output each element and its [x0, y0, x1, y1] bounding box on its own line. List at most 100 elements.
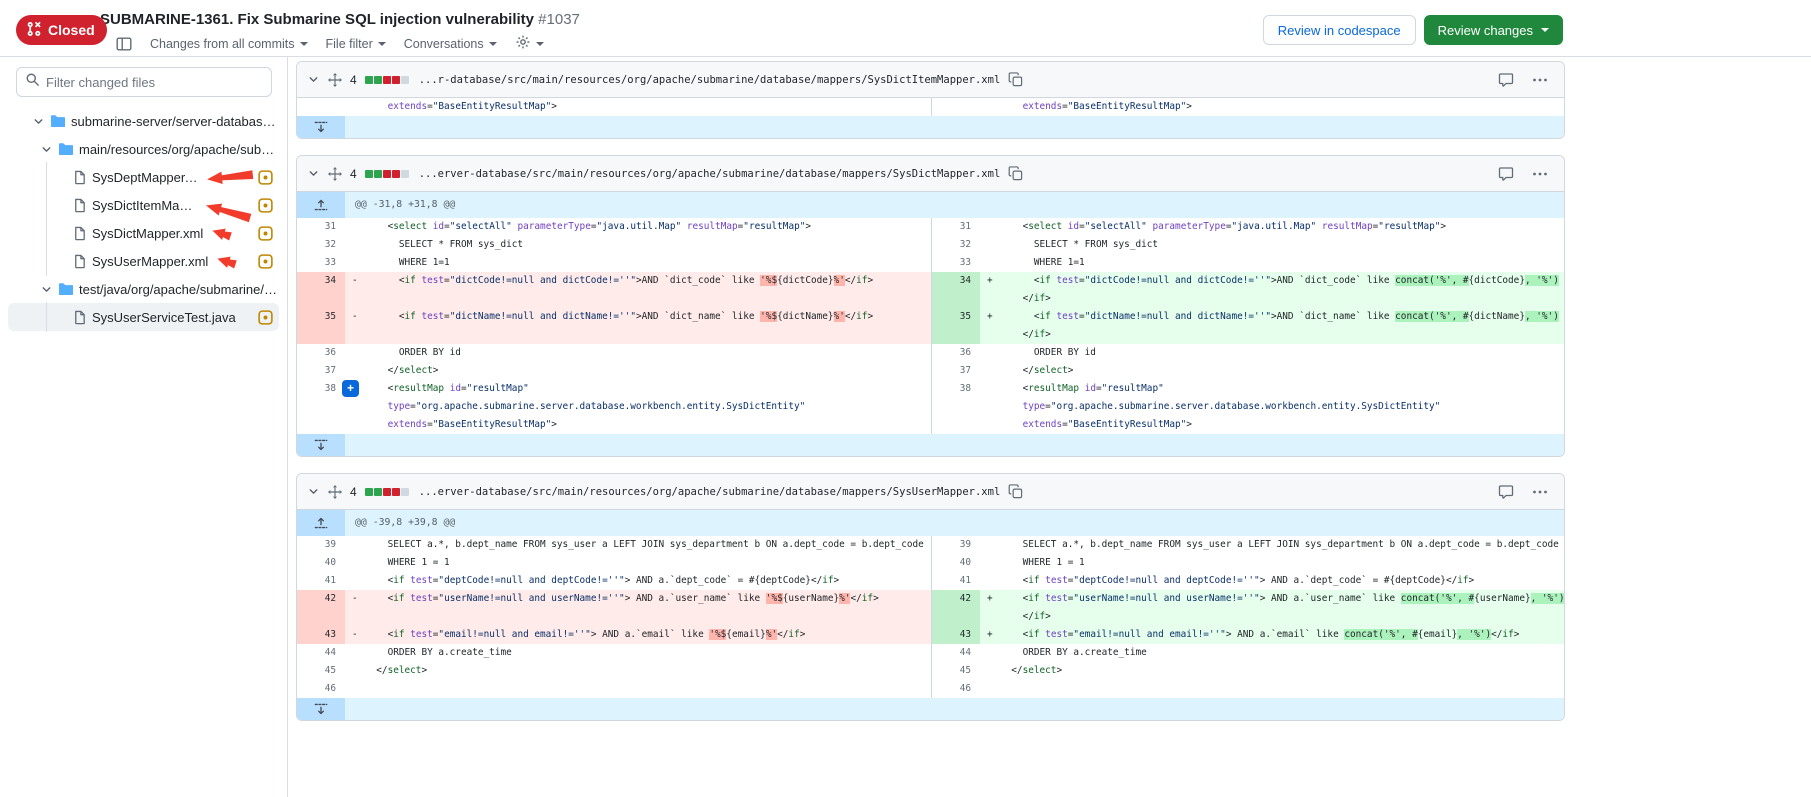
collapse-diff-chevron-icon[interactable]	[307, 485, 320, 498]
line-number[interactable]: 46	[297, 680, 345, 698]
line-number[interactable]: 32	[932, 236, 980, 254]
line-number[interactable]: 45	[932, 662, 980, 680]
tree-dir-test-java-org-apache-submarine-s[interactable]: test/java/org/apache/submarine/s...	[8, 275, 279, 303]
line-number[interactable]: 38	[932, 380, 980, 434]
diff-marker	[980, 236, 1000, 254]
diff-marker	[345, 644, 365, 662]
filter-changed-files-input[interactable]	[46, 75, 246, 90]
line-number[interactable]: 31	[932, 218, 980, 236]
diff-line-right-32: 32 SELECT * FROM sys_dict	[931, 236, 1565, 254]
diff-marker	[980, 98, 1000, 116]
tree-file-sysuserservicetest-java[interactable]: SysUserServiceTest.java	[8, 303, 279, 331]
line-number[interactable]: 37	[932, 362, 980, 380]
add-line-comment-button[interactable]: +	[342, 380, 359, 397]
expand-up-button[interactable]	[297, 510, 345, 536]
expand-up-button[interactable]	[297, 192, 345, 218]
line-number[interactable]: 35	[932, 308, 980, 344]
diff-line-left-42: 42- <if test="userName!=null and userNam…	[297, 590, 931, 626]
line-number[interactable]: 34	[297, 272, 345, 308]
hunk-text: @@ -31,8 +31,8 @@	[345, 192, 455, 218]
line-number[interactable]: 31	[297, 218, 345, 236]
code-text: <if test="deptCode!=null and deptCode!='…	[365, 572, 839, 590]
diff-line-left-31: 31 <select id="selectAll" parameterType=…	[297, 218, 931, 236]
copy-path-icon[interactable]	[1008, 72, 1023, 87]
line-number[interactable]: 40	[297, 554, 345, 572]
diff-line-left-35: 35- <if test="dictName!=null and dictNam…	[297, 308, 931, 344]
expand-down-button[interactable]	[297, 698, 345, 720]
tree-file-sysusermapper-xml[interactable]: SysUserMapper.xml	[8, 247, 279, 275]
diff-list: 4...r-database/src/main/resources/org/ap…	[288, 57, 1573, 797]
tree-file-sysdictmapper-xml[interactable]: SysDictMapper.xml	[8, 219, 279, 247]
tree-dir-main-resources-org-apache-subm[interactable]: main/resources/org/apache/subm...	[8, 135, 279, 163]
diff-marker	[980, 362, 1000, 380]
code-text: <resultMap id="resultMap"	[1000, 380, 1164, 398]
file-icon	[72, 198, 87, 213]
line-number[interactable]: 44	[297, 644, 345, 662]
code-text: </select>	[1000, 662, 1062, 680]
file-filter-dropdown[interactable]: File filter	[326, 37, 386, 51]
line-number[interactable]	[297, 98, 345, 116]
collapse-diff-chevron-icon[interactable]	[307, 167, 320, 180]
expand-down-button[interactable]	[297, 434, 345, 456]
kebab-menu-icon[interactable]	[1532, 72, 1548, 88]
line-number[interactable]: 33	[297, 254, 345, 272]
diff-line-left-41: 41 <if test="deptCode!=null and deptCode…	[297, 572, 931, 590]
line-number[interactable]: 43	[297, 626, 345, 644]
comment-icon[interactable]	[1498, 166, 1514, 182]
tree-file-sysdeptmapper-xml[interactable]: SysDeptMapper.xml	[8, 163, 279, 191]
line-number[interactable]: 41	[932, 572, 980, 590]
line-number[interactable]: 38+	[297, 380, 345, 434]
line-number[interactable]: 36	[297, 344, 345, 362]
diff-line-left-38: 38+ <resultMap id="resultMap" type="org.…	[297, 380, 931, 434]
line-number[interactable]: 39	[932, 536, 980, 554]
line-number[interactable]: 44	[932, 644, 980, 662]
changes-from-dropdown[interactable]: Changes from all commits	[150, 37, 308, 51]
line-number[interactable]: 39	[297, 536, 345, 554]
diff-settings-gear[interactable]	[515, 34, 544, 53]
tree-file-sysdictitemmapper-xml[interactable]: SysDictItemMapper.xml	[8, 191, 279, 219]
diff-line-right-33: 33 WHERE 1=1	[931, 254, 1565, 272]
line-number[interactable]: 33	[932, 254, 980, 272]
line-number[interactable]: 40	[932, 554, 980, 572]
kebab-menu-icon[interactable]	[1532, 484, 1548, 500]
tree-dir-submarine-server-server-database[interactable]: submarine-server/server-database/...	[8, 107, 279, 135]
diff-marker	[345, 416, 365, 434]
pr-closed-icon	[26, 21, 42, 40]
code-text: ORDER BY id	[1000, 344, 1096, 362]
pr-number: #1037	[538, 11, 580, 28]
code-text: <if test="dictCode!=null and dictCode!='…	[365, 272, 873, 290]
collapse-sidebar-icon[interactable]	[116, 36, 132, 52]
conversations-dropdown[interactable]: Conversations	[404, 37, 497, 51]
drag-handle-icon[interactable]	[328, 485, 342, 499]
kebab-menu-icon[interactable]	[1532, 166, 1548, 182]
line-number[interactable]: 46	[932, 680, 980, 698]
line-number[interactable]: 34	[932, 272, 980, 308]
review-changes-button[interactable]: Review changes	[1424, 15, 1563, 45]
diff-marker	[345, 236, 365, 254]
diffstat-blocks	[365, 170, 409, 178]
comment-icon[interactable]	[1498, 72, 1514, 88]
expand-down-button[interactable]	[297, 116, 345, 138]
line-number[interactable]: 35	[297, 308, 345, 344]
line-number[interactable]: 45	[297, 662, 345, 680]
copy-path-icon[interactable]	[1008, 166, 1023, 181]
comment-icon[interactable]	[1498, 484, 1514, 500]
line-number[interactable]: 43	[932, 626, 980, 644]
line-number[interactable]: 42	[932, 590, 980, 626]
diff-row: 43- <if test="email!=null and email!=''"…	[297, 626, 1564, 644]
line-number[interactable]: 41	[297, 572, 345, 590]
review-in-codespace-button[interactable]: Review in codespace	[1263, 15, 1416, 45]
copy-path-icon[interactable]	[1008, 484, 1023, 499]
collapse-diff-chevron-icon[interactable]	[307, 73, 320, 86]
line-number[interactable]: 36	[932, 344, 980, 362]
drag-handle-icon[interactable]	[328, 73, 342, 87]
line-number[interactable]	[932, 98, 980, 116]
drag-handle-icon[interactable]	[328, 167, 342, 181]
line-number[interactable]: 32	[297, 236, 345, 254]
line-number[interactable]: 37	[297, 362, 345, 380]
line-number[interactable]: 42	[297, 590, 345, 626]
tree-item-label: SysDictMapper.xml	[92, 226, 203, 241]
chevron-down-icon	[489, 42, 497, 46]
diff-marker	[980, 608, 1000, 626]
diff-marker	[345, 254, 365, 272]
